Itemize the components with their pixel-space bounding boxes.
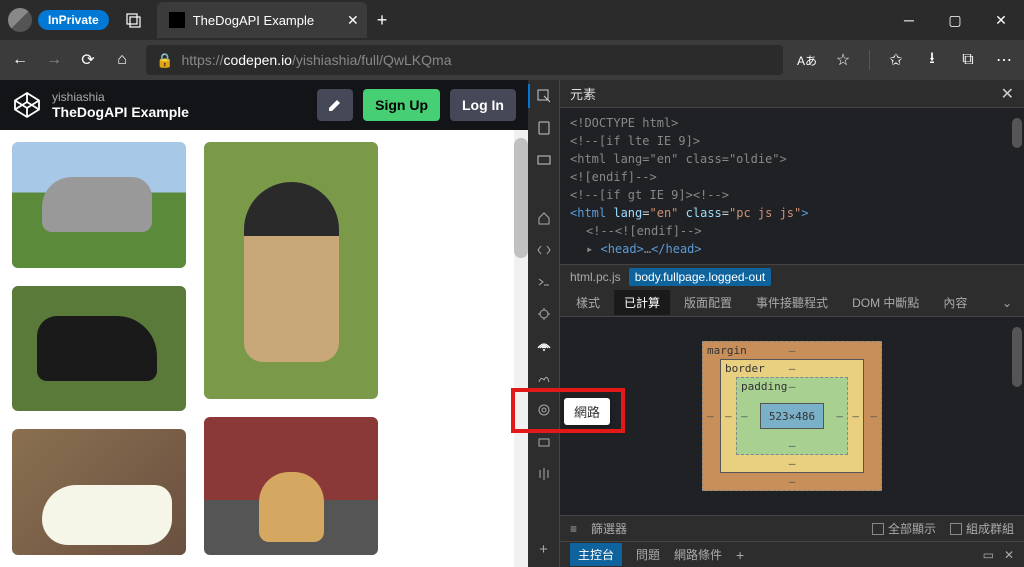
codepen-title: TheDogAPI Example xyxy=(52,104,307,120)
profile-avatar[interactable] xyxy=(8,8,32,32)
edit-pen-button[interactable] xyxy=(317,89,353,121)
url-host: codepen.io xyxy=(223,52,292,68)
codepen-author[interactable]: yishiashia xyxy=(52,90,307,104)
css-overview-icon[interactable] xyxy=(534,464,554,484)
network-tool-icon[interactable] xyxy=(534,336,554,356)
performance-tool-icon[interactable] xyxy=(534,368,554,388)
gallery-image[interactable] xyxy=(204,417,378,555)
window-titlebar: InPrivate TheDogAPI Example ✕ + ─ ▢ ✕ xyxy=(0,0,1024,40)
box-model-diagram[interactable]: margin – – – – border – – – – padding xyxy=(702,341,882,491)
more-tools-icon[interactable]: + xyxy=(534,539,554,559)
drawer-dock-icon[interactable]: ▭ xyxy=(983,548,994,562)
box-model-content-size: 523×486 xyxy=(760,403,824,429)
devtools-panel: + 元素 ✕ <!DOCTYPE html> <!--[if lte IE 9]… xyxy=(528,80,1024,567)
url-input[interactable]: 🔒 https://codepen.io/yishiashia/full/QwL… xyxy=(146,45,783,75)
tab-close-icon[interactable]: ✕ xyxy=(347,12,359,29)
browser-tab[interactable]: TheDogAPI Example ✕ xyxy=(157,2,367,38)
tab-favicon xyxy=(169,12,185,28)
drawer-tab-console[interactable]: 主控台 xyxy=(570,543,622,566)
codepen-logo-icon[interactable] xyxy=(12,90,42,120)
image-gallery xyxy=(0,130,528,567)
drawer-tab-issues[interactable]: 問題 xyxy=(636,546,660,563)
tab-actions-icon[interactable] xyxy=(119,5,149,35)
forward-button: → xyxy=(44,50,64,70)
device-toolbar-icon[interactable] xyxy=(534,118,554,138)
page-content: yishiashia TheDogAPI Example Sign Up Log… xyxy=(0,80,528,567)
computed-pane: margin – – – – border – – – – padding xyxy=(560,317,1024,515)
inspect-tool-icon[interactable] xyxy=(534,86,554,106)
drawer-add-tab-icon[interactable]: + xyxy=(736,547,744,563)
devtools-activity-bar: + xyxy=(528,80,560,567)
box-model-padding-label: padding xyxy=(741,380,787,393)
network-tooltip: 網路 xyxy=(564,398,610,425)
signup-button[interactable]: Sign Up xyxy=(363,89,440,121)
dom-tree[interactable]: <!DOCTYPE html> <!--[if lte IE 9]> <html… xyxy=(560,108,1024,265)
gallery-image[interactable] xyxy=(12,286,186,412)
tab-properties[interactable]: 內容 xyxy=(933,290,977,315)
sources-tool-icon[interactable] xyxy=(534,240,554,260)
tab-styles[interactable]: 樣式 xyxy=(566,290,610,315)
divider xyxy=(869,50,870,70)
devtools-close-icon[interactable]: ✕ xyxy=(1001,84,1014,104)
breadcrumb-item-selected[interactable]: body.fullpage.logged-out xyxy=(629,268,772,286)
translate-icon[interactable]: Aあ xyxy=(797,50,817,70)
codepen-header: yishiashia TheDogAPI Example Sign Up Log… xyxy=(0,80,528,130)
group-checkbox[interactable]: 組成群組 xyxy=(950,520,1014,537)
favorite-icon[interactable]: ☆ xyxy=(833,50,853,70)
box-model-border-label: border xyxy=(725,362,765,375)
panel-title: 元素 xyxy=(570,84,596,103)
show-all-checkbox[interactable]: 全部顯示 xyxy=(872,520,936,537)
memory-tool-icon[interactable] xyxy=(534,400,554,420)
tab-dom-breakpoints[interactable]: DOM 中斷點 xyxy=(842,290,929,315)
code-scrollbar[interactable] xyxy=(1012,118,1022,148)
lock-icon[interactable]: 🔒 xyxy=(156,52,173,69)
url-path: /yishiashia/full/QwLKQma xyxy=(292,52,452,68)
drawer-tabs: 主控台 問題 網路條件 + ▭ ✕ xyxy=(560,541,1024,567)
refresh-button[interactable]: ⟳ xyxy=(78,50,98,70)
drawer-close-icon[interactable]: ✕ xyxy=(1004,548,1014,562)
styles-scrollbar[interactable] xyxy=(1012,327,1022,387)
screenshot-icon[interactable]: ⧉ xyxy=(958,50,978,70)
computed-filter-bar: ≡ 篩選器 全部顯示 組成群組 xyxy=(560,515,1024,541)
page-scrollbar[interactable] xyxy=(514,130,528,567)
home-button[interactable]: ⌂ xyxy=(112,50,132,70)
login-button[interactable]: Log In xyxy=(450,89,516,121)
tab-layout[interactable]: 版面配置 xyxy=(674,290,742,315)
debug-tool-icon[interactable] xyxy=(534,304,554,324)
gallery-image[interactable] xyxy=(204,142,378,399)
styles-tabs: 樣式 已計算 版面配置 事件接聽程式 DOM 中斷點 內容 ⌄ xyxy=(560,289,1024,317)
dom-breadcrumb[interactable]: html.pc.js body.fullpage.logged-out xyxy=(560,265,1024,289)
favorites-bar-icon[interactable]: ✩ xyxy=(886,50,906,70)
back-button[interactable]: ← xyxy=(10,50,30,70)
new-tab-button[interactable]: + xyxy=(377,10,388,31)
maximize-button[interactable]: ▢ xyxy=(932,0,978,40)
devtools-header: 元素 ✕ xyxy=(560,80,1024,108)
filter-icon[interactable]: ≡ xyxy=(570,522,577,536)
elements-tool-icon[interactable] xyxy=(534,150,554,170)
filter-label[interactable]: 篩選器 xyxy=(591,520,627,537)
tab-title: TheDogAPI Example xyxy=(193,13,314,28)
tab-computed[interactable]: 已計算 xyxy=(614,290,670,315)
breadcrumb-item[interactable]: html.pc.js xyxy=(570,270,621,284)
downloads-icon[interactable]: ⭳ xyxy=(922,50,942,70)
gallery-image[interactable] xyxy=(12,429,186,555)
more-menu-icon[interactable]: ⋯ xyxy=(994,50,1014,70)
application-tool-icon[interactable] xyxy=(534,432,554,452)
close-window-button[interactable]: ✕ xyxy=(978,0,1024,40)
tabs-overflow-icon[interactable]: ⌄ xyxy=(996,296,1018,310)
drawer-tab-network-conditions[interactable]: 網路條件 xyxy=(674,546,722,563)
tab-event-listeners[interactable]: 事件接聽程式 xyxy=(746,290,838,315)
welcome-tool-icon[interactable] xyxy=(534,208,554,228)
address-bar: ← → ⟳ ⌂ 🔒 https://codepen.io/yishiashia/… xyxy=(0,40,1024,80)
box-model-margin-label: margin xyxy=(707,344,747,357)
url-scheme: https:// xyxy=(181,52,223,68)
gallery-image[interactable] xyxy=(12,142,186,268)
minimize-button[interactable]: ─ xyxy=(886,0,932,40)
inprivate-badge: InPrivate xyxy=(38,10,109,30)
console-tool-icon[interactable] xyxy=(534,272,554,292)
